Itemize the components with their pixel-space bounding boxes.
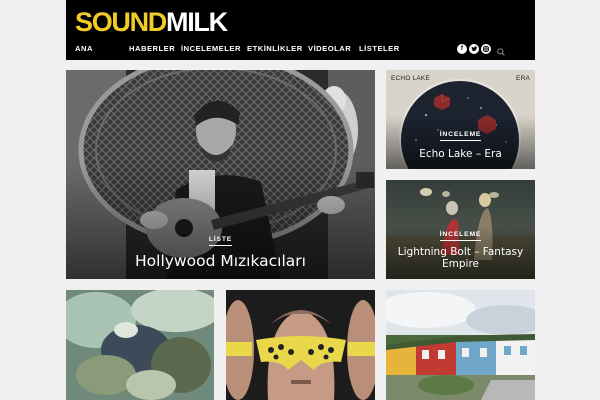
site-container: SOUNDMILK ANA HABERLER İNCELEMELER ETKİN… (66, 0, 535, 400)
article-card-lightning-bolt[interactable]: İNCELEME Lightning Bolt – Fantasy Empire (386, 180, 535, 279)
featured-article-card[interactable]: LİSTE Hollywood Mızıkacıları (66, 70, 375, 279)
category-label: İNCELEME (439, 131, 482, 141)
cover-text-left: ECHO LAKE (391, 75, 431, 82)
article-category: LİSTE (66, 236, 375, 246)
article-image (66, 290, 214, 400)
logo-milk: MILK (166, 7, 228, 37)
instagram-icon[interactable] (481, 44, 491, 54)
category-label: LİSTE (208, 236, 233, 246)
site-header: SOUNDMILK ANA HABERLER İNCELEMELER ETKİN… (66, 0, 535, 60)
article-title[interactable]: Hollywood Mızıkacıları (74, 252, 367, 270)
logo-sound: SOUND (75, 7, 167, 37)
image-overlay (386, 114, 535, 169)
article-title[interactable]: Echo Lake – Era (394, 148, 527, 160)
nav-item-videolar[interactable]: VİDEOLAR (308, 41, 351, 57)
nav-item-ana[interactable]: ANA (75, 41, 93, 57)
article-category: İNCELEME (386, 131, 535, 141)
category-label: İNCELEME (439, 231, 482, 241)
main-nav: ANA HABERLER İNCELEMELER ETKİNLİKLER VİD… (66, 41, 535, 57)
article-title[interactable]: Lightning Bolt – Fantasy Empire (394, 246, 527, 270)
facebook-icon[interactable]: f (457, 44, 467, 54)
nav-item-incelemeler[interactable]: İNCELEMELER (181, 41, 241, 57)
nav-item-haberler[interactable]: HABERLER (129, 41, 175, 57)
article-card-echo-lake[interactable]: ECHO LAKE ERA İNCELEME Echo Lake – Era (386, 70, 535, 169)
article-category: İNCELEME (386, 231, 535, 241)
article-card-abstract[interactable] (66, 290, 214, 400)
article-card-houses[interactable] (386, 290, 535, 400)
article-image (226, 290, 375, 400)
nav-item-etkinlikler[interactable]: ETKİNLİKLER (247, 41, 303, 57)
cover-text-right: ERA (516, 75, 530, 82)
site-logo[interactable]: SOUNDMILK (75, 7, 228, 37)
nav-item-listeler[interactable]: LİSTELER (359, 41, 400, 57)
article-card-masks[interactable] (226, 290, 375, 400)
twitter-icon[interactable] (469, 44, 479, 54)
search-icon[interactable] (496, 44, 506, 56)
article-image (386, 290, 535, 400)
